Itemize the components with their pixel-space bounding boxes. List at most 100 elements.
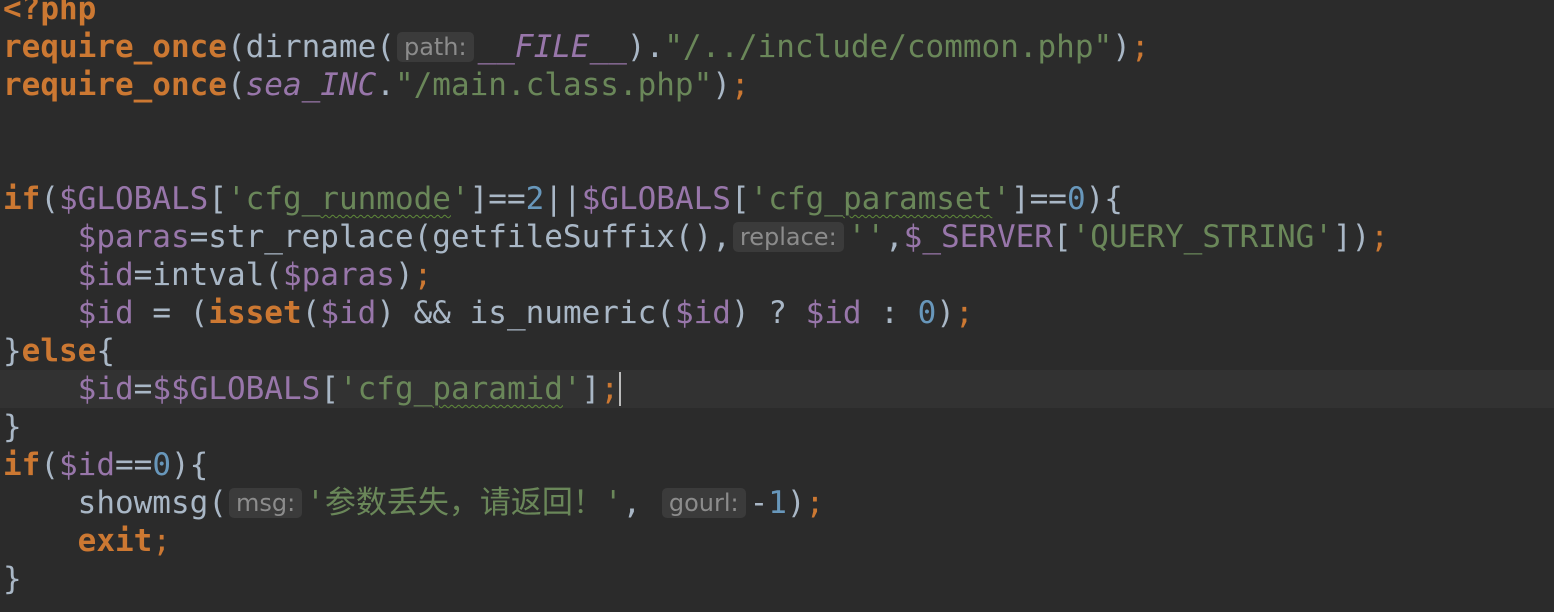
number-token: 0 <box>152 447 171 483</box>
parameter-hint: msg: <box>228 488 303 518</box>
keyword-token: require_once <box>3 67 227 103</box>
string-token: 'cfg_ <box>226 181 321 217</box>
code-text-token: ). <box>626 29 665 65</box>
code-line[interactable]: $paras=str_replace(getfileSuffix(), repla… <box>0 218 1554 256</box>
semicolon-token: ; <box>1130 29 1150 65</box>
variable-token: $id <box>77 257 134 293</box>
number-token: 0 <box>1066 181 1086 217</box>
code-text-token: ){ <box>1085 181 1123 217</box>
code-line[interactable] <box>0 104 1554 142</box>
code-text-token: ( <box>40 447 59 483</box>
string-token: paramset <box>842 181 993 217</box>
code-text-token: [ <box>208 181 227 217</box>
code-line[interactable]: showmsg(msg: '参数丢失，请返回！', gourl: -1); <box>0 484 1554 522</box>
code-line[interactable] <box>0 142 1554 180</box>
code-text-token: } <box>3 333 22 369</box>
string-token: ' <box>992 181 1011 217</box>
code-text-token: } <box>3 561 22 597</box>
variable-token: $paras <box>282 257 395 293</box>
string-token: ' <box>562 371 582 407</box>
code-text-token: [ <box>1052 219 1072 255</box>
string-token: runmode <box>320 181 451 217</box>
code-line[interactable]: if($GLOBALS['cfg_runmode']==2||$GLOBALS[… <box>0 180 1554 218</box>
code-text-token: ]== <box>1010 181 1067 217</box>
code-line[interactable]: } <box>0 408 1554 446</box>
code-text-token: ) && is_numeric( <box>376 295 675 331</box>
variable-token: $id <box>77 295 134 331</box>
code-text-token: ){ <box>171 447 209 483</box>
string-token: 'cfg_ <box>338 371 433 407</box>
variable-token: $id <box>320 295 377 331</box>
keyword-token: if <box>3 181 41 217</box>
code-text-token: , <box>884 219 904 255</box>
code-text-token: } <box>3 409 22 445</box>
code-text-token: { <box>96 333 115 369</box>
code-line[interactable]: } <box>0 560 1554 598</box>
code-text-token: ) <box>394 257 414 293</box>
variable-token: $id <box>59 447 115 483</box>
code-line[interactable]: }else{ <box>0 332 1554 370</box>
code-text-token: ) <box>786 485 806 521</box>
parameter-hint: replace: <box>732 222 844 252</box>
semicolon-token: ; <box>413 257 433 293</box>
code-line[interactable]: require_once(sea_INC."/main.class.php"); <box>0 66 1554 104</box>
code-text-token: , <box>622 485 660 521</box>
code-text-token: [ <box>730 181 750 217</box>
variable-token: $paras <box>77 219 190 255</box>
code-text-token: - <box>749 485 769 521</box>
variable-token: $id <box>674 295 731 331</box>
code-text-token: showmsg( <box>3 485 227 521</box>
string-token: 'cfg_ <box>749 181 843 217</box>
string-token: '' <box>847 219 885 255</box>
code-line[interactable]: $id = (isset($id) && is_numeric($id) ? $… <box>0 294 1554 332</box>
code-text-token: . <box>376 67 395 103</box>
string-token: ' <box>450 181 470 217</box>
keyword-token: isset <box>208 295 302 331</box>
code-editor[interactable]: <?php require_once(dirname(path: __FILE__)… <box>0 0 1554 612</box>
semicolon-token: ; <box>152 523 171 559</box>
code-text-token: ( <box>226 67 246 103</box>
semicolon-token: ; <box>600 371 619 407</box>
code-text-token: ) ? <box>730 295 806 331</box>
keyword-token: <?php <box>3 0 97 27</box>
code-line[interactable]: <?php <box>0 0 1554 28</box>
code-line[interactable]: if($id==0){ <box>0 446 1554 484</box>
code-line[interactable]: $id=intval($paras); <box>0 256 1554 294</box>
string-token: "/main.class.php" <box>394 67 713 103</box>
code-text-token: ( <box>301 295 321 331</box>
number-token: 2 <box>525 181 545 217</box>
code-text-token: ]) <box>1332 219 1371 255</box>
string-token: '参数丢失，请返回！' <box>306 485 623 521</box>
code-line[interactable]: exit; <box>0 522 1554 560</box>
code-text-token: ] <box>581 371 601 407</box>
code-line[interactable]: $id=$$GLOBALS['cfg_paramid']; <box>0 370 1554 408</box>
keyword-token: require_once <box>3 29 227 65</box>
parameter-hint: path: <box>396 32 474 62</box>
code-text-token: == <box>115 447 153 483</box>
variable-token: $GLOBALS <box>581 181 731 217</box>
variable-token: $GLOBALS <box>59 181 209 217</box>
code-text-token: ( <box>40 181 59 217</box>
semicolon-token: ; <box>730 67 750 103</box>
keyword-token: exit <box>77 523 153 559</box>
number-token: 1 <box>768 485 787 521</box>
semicolon-token: ; <box>805 485 825 521</box>
code-text-token: [ <box>320 371 339 407</box>
code-text-token: ) <box>712 67 731 103</box>
variable-token: $id <box>77 371 134 407</box>
code-text-token: =str_replace(getfileSuffix(), <box>189 219 731 255</box>
keyword-token: if <box>3 447 41 483</box>
semicolon-token: ; <box>954 295 974 331</box>
string-token: "/../include/common.php" <box>664 29 1113 65</box>
code-line[interactable]: require_once(dirname(path: __FILE__)."/..… <box>0 28 1554 66</box>
semicolon-token: ; <box>1370 219 1389 255</box>
number-token: 0 <box>917 295 937 331</box>
parameter-hint: gourl: <box>661 488 746 518</box>
code-text-token: (dirname( <box>226 29 395 65</box>
variable-token: $_SERVER <box>903 219 1053 255</box>
